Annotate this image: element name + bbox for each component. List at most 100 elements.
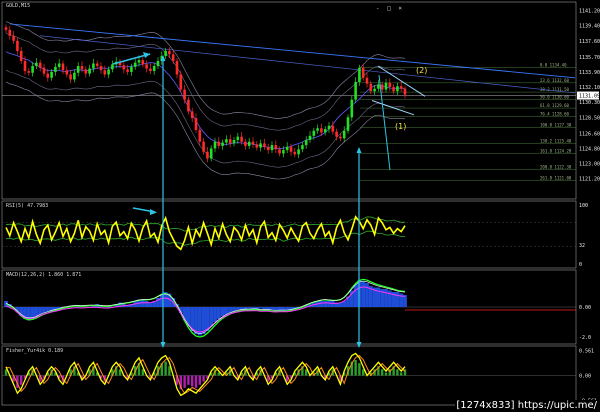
- candle-body: [126, 69, 129, 72]
- candle-body: [228, 139, 232, 144]
- candle-body: [95, 63, 99, 67]
- macd-bar: [216, 307, 221, 319]
- candle-body: [377, 84, 380, 89]
- macd-tick-label: -2.0: [579, 335, 591, 341]
- candle-body: [27, 71, 31, 73]
- close-button[interactable]: ×: [398, 5, 402, 12]
- candle-body: [46, 73, 50, 78]
- fisher-bar: [164, 361, 167, 376]
- candle-body: [92, 63, 95, 69]
- candle-body: [342, 130, 346, 139]
- candle-body: [266, 146, 270, 151]
- candle-body: [80, 66, 84, 70]
- candle-body: [88, 68, 91, 74]
- fib-label: 0.0 1134.40: [540, 63, 567, 68]
- fisher-bar: [187, 375, 190, 385]
- candle-body: [57, 63, 61, 67]
- fib-label: 161.8 1124.20: [540, 148, 572, 153]
- macd-bar: [38, 307, 43, 315]
- macd-bar: [319, 301, 324, 307]
- fisher-bar: [381, 369, 384, 376]
- band-line-0: [5, 21, 406, 119]
- candle-body: [76, 66, 80, 73]
- price-tick-label: 1124.80: [579, 146, 600, 152]
- candle-body: [209, 148, 213, 159]
- sync-arrow-top-1: [356, 147, 362, 153]
- candle-body: [392, 87, 395, 92]
- candle-body: [183, 89, 186, 100]
- candle-body: [282, 150, 285, 154]
- fisher-bar: [400, 372, 403, 376]
- fisher-bar: [191, 375, 194, 387]
- window-controls: - □ ×: [376, 5, 402, 12]
- candle-body: [111, 64, 114, 70]
- candle-body: [171, 54, 175, 61]
- macd-bar: [144, 301, 149, 307]
- maximize-button[interactable]: □: [387, 5, 391, 12]
- candle-body: [65, 70, 69, 75]
- macd-bar: [247, 307, 252, 309]
- candle-body: [285, 146, 289, 151]
- candle-body: [168, 50, 171, 55]
- price-tick-label: 1141.20: [579, 9, 600, 15]
- sync-arrow-bottom-1: [356, 342, 362, 348]
- candle-body: [316, 128, 319, 131]
- candle-body: [270, 145, 274, 151]
- candle-body: [156, 60, 160, 67]
- candle-body: [35, 62, 38, 67]
- candle-body: [396, 86, 399, 92]
- candle-body: [289, 146, 293, 152]
- candle-body: [217, 141, 221, 146]
- wave-label-2: (2): [416, 66, 428, 75]
- chart-svg: 1141.20 1139.40 1137.60 1135.70 1133.90 1132.…: [1, 1, 600, 406]
- candle-body: [8, 29, 12, 36]
- candle-body: [350, 99, 354, 118]
- fib-label: 261.8 1121.00: [540, 175, 572, 180]
- candle-body: [133, 62, 137, 67]
- price-tick-label: 1123.00: [579, 162, 600, 168]
- candle-body: [73, 72, 76, 80]
- price-tick-label: 1132.10: [579, 85, 600, 91]
- sync-arrow-bottom-0: [160, 342, 166, 348]
- macd-bar: [220, 307, 225, 316]
- candle-body: [69, 74, 72, 80]
- fisher-bar: [20, 375, 23, 385]
- candle-body: [365, 77, 369, 84]
- candle-body: [38, 62, 42, 68]
- candle-body: [251, 141, 255, 145]
- candle-body: [244, 141, 247, 146]
- candle-body: [384, 82, 388, 90]
- candle-body: [107, 69, 110, 75]
- band-line-2: [5, 69, 406, 168]
- candle-body: [179, 74, 183, 90]
- band-line-3: [5, 81, 406, 180]
- candle-body: [369, 83, 373, 92]
- candle-body: [240, 136, 243, 142]
- candle-body: [84, 69, 88, 74]
- trendline-upper: [9, 23, 576, 79]
- rsi-tick-label: 100: [579, 203, 588, 209]
- price-tick-label: 1121.20: [579, 177, 600, 183]
- candle-body: [221, 142, 224, 146]
- price-tick-label: 1128.50: [579, 115, 600, 121]
- rsi-arrow-head: [150, 209, 157, 215]
- fib-label: 76.4 1128.60: [540, 111, 569, 116]
- candle-body: [274, 145, 278, 150]
- macd-bar: [365, 283, 369, 307]
- candle-body: [194, 118, 198, 130]
- candle-body: [12, 35, 15, 41]
- fisher-bar: [168, 366, 171, 376]
- fisher-tick-label: 0.561: [579, 349, 594, 355]
- candle-body: [388, 82, 392, 88]
- candle-body: [61, 63, 65, 71]
- fisher-title: Fisher_Yur4ik 0.189: [6, 348, 64, 354]
- fisher-bar: [202, 375, 205, 382]
- candle-body: [331, 125, 335, 132]
- minimize-button[interactable]: -: [376, 5, 380, 12]
- candle-body: [232, 140, 236, 144]
- rsi-title: RSI(5) 47.7983: [6, 203, 49, 209]
- candle-body: [339, 136, 342, 139]
- rsi-tick-label: 0: [579, 262, 582, 268]
- candle-body: [335, 131, 338, 137]
- candle-body: [23, 60, 27, 72]
